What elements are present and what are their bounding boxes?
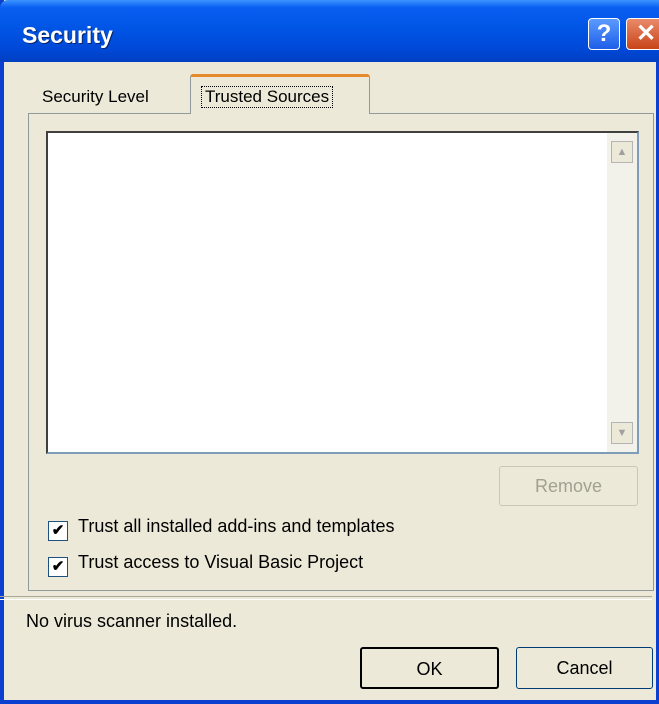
close-icon: ✕ [635, 20, 657, 47]
separator [0, 596, 652, 600]
scroll-down-button[interactable]: ▼ [611, 422, 633, 444]
trust-addins-checkbox[interactable]: ✔ [48, 521, 68, 541]
title-bar[interactable]: Security ? ✕ [0, 0, 659, 62]
help-button[interactable]: ? [588, 18, 620, 50]
chevron-up-icon: ▲ [616, 146, 628, 158]
trust-vbproject-checkbox[interactable]: ✔ [48, 557, 68, 577]
close-button[interactable]: ✕ [626, 18, 659, 50]
cancel-button[interactable]: Cancel [516, 647, 653, 689]
ok-button[interactable]: OK [360, 647, 499, 689]
chevron-down-icon: ▼ [616, 427, 628, 439]
trusted-sources-list[interactable]: ▲ ▼ [46, 131, 639, 454]
status-text: No virus scanner installed. [26, 611, 238, 631]
trust-addins-label: Trust all installed add-ins and template… [78, 516, 395, 536]
tab-security-level[interactable]: Security Level [38, 86, 153, 114]
vertical-scrollbar[interactable]: ▲ ▼ [607, 133, 637, 452]
tab-trusted-sources-label: Trusted Sources [201, 86, 334, 108]
trust-vbproject-label: Trust access to Visual Basic Project [78, 552, 364, 572]
tab-trusted-sources[interactable]: Trusted Sources [190, 74, 370, 114]
window-title: Security [22, 22, 113, 48]
tab-security-level-label: Security Level [42, 87, 149, 106]
remove-button[interactable]: Remove [499, 466, 638, 506]
help-icon: ? [596, 20, 612, 47]
trust-vbproject-option[interactable]: ✔ Trust access to Visual Basic Project [48, 552, 363, 577]
scroll-up-button[interactable]: ▲ [611, 141, 633, 163]
trust-addins-option[interactable]: ✔ Trust all installed add-ins and templat… [48, 516, 395, 541]
